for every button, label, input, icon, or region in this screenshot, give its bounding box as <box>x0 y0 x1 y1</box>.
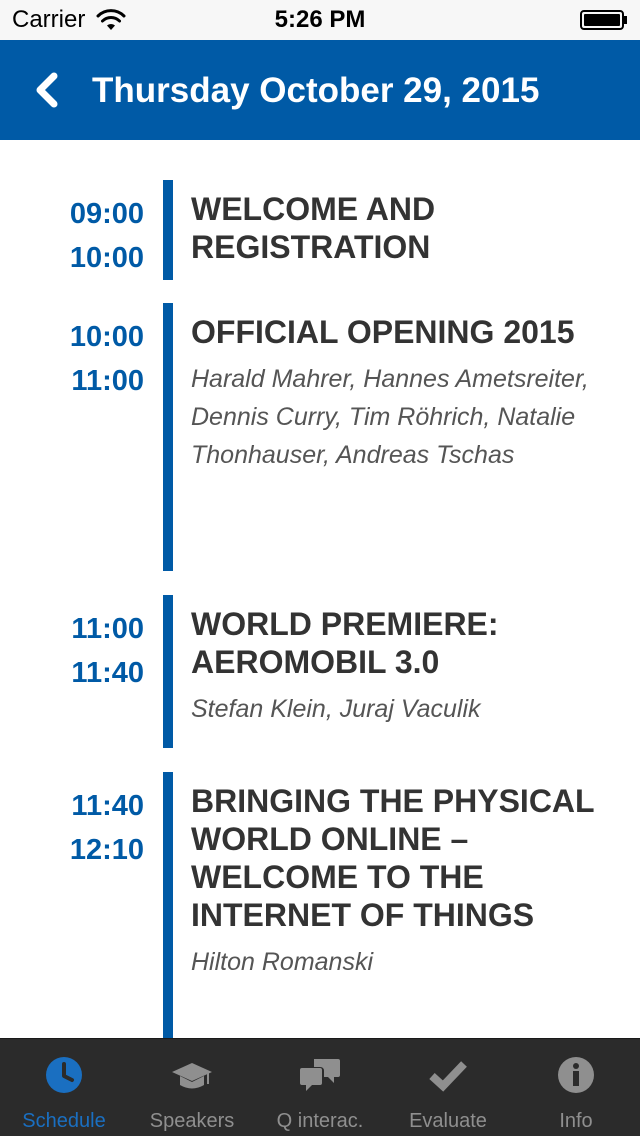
chevron-left-icon[interactable] <box>28 70 68 110</box>
session-times: 10:00 11:00 <box>20 315 144 403</box>
status-bar: Carrier 5:26 PM <box>0 0 640 40</box>
session-times: 11:00 11:40 <box>20 607 144 695</box>
checkmark-icon <box>429 1061 467 1092</box>
battery-icon <box>580 10 627 30</box>
tab-label: Evaluate <box>409 1110 487 1132</box>
graduation-cap-icon <box>172 1063 212 1089</box>
session-body: BRINGING THE PHYSICAL WORLD ONLINE – WEL… <box>191 782 611 981</box>
session-end-time: 11:40 <box>71 657 144 689</box>
session-item[interactable]: 10:00 11:00 OFFICIAL OPENING 2015 Harald… <box>0 303 640 571</box>
session-times: 09:00 10:00 <box>20 192 144 280</box>
clock-icon <box>46 1057 82 1093</box>
session-body: WORLD PREMIERE: AEROMOBIL 3.0 Stefan Kle… <box>191 605 611 728</box>
tab-evaluate[interactable]: Evaluate <box>384 1039 512 1137</box>
chat-bubbles-icon <box>300 1059 340 1091</box>
session-item[interactable]: 09:00 10:00 WELCOME AND REGISTRATION <box>0 180 640 280</box>
session-speakers: Hilton Romanski <box>191 948 374 976</box>
session-end-time: 10:00 <box>69 242 144 274</box>
session-accent-bar <box>163 180 173 280</box>
info-icon <box>558 1057 594 1093</box>
session-start-time: 11:40 <box>71 790 144 822</box>
session-title: OFFICIAL OPENING 2015 <box>191 314 575 350</box>
session-body: WELCOME AND REGISTRATION <box>191 190 611 266</box>
status-time: 5:26 PM <box>274 6 366 33</box>
session-start-time: 11:00 <box>71 613 144 645</box>
session-start-time: 09:00 <box>69 198 144 230</box>
session-accent-bar <box>163 595 173 748</box>
tab-label: Q interac. <box>276 1110 364 1132</box>
tab-label: Info <box>559 1110 593 1132</box>
tab-q-interac[interactable]: Q interac. <box>256 1039 384 1137</box>
session-title: BRINGING THE PHYSICAL WORLD ONLINE – WEL… <box>191 783 594 933</box>
tab-schedule[interactable]: Schedule <box>0 1039 128 1137</box>
schedule-list[interactable]: 09:00 10:00 WELCOME AND REGISTRATION 10:… <box>0 140 640 1038</box>
tab-speakers[interactable]: Speakers <box>128 1039 256 1137</box>
session-item[interactable]: 11:00 11:40 WORLD PREMIERE: AEROMOBIL 3.… <box>0 595 640 748</box>
page-title: Thursday October 29, 2015 <box>92 71 540 110</box>
session-title: WELCOME AND REGISTRATION <box>191 191 436 265</box>
session-accent-bar <box>163 772 173 1038</box>
session-body: OFFICIAL OPENING 2015 Harald Mahrer, Han… <box>191 313 611 474</box>
session-start-time: 10:00 <box>69 321 144 353</box>
session-accent-bar <box>163 303 173 571</box>
nav-bar: Thursday October 29, 2015 <box>0 40 640 140</box>
session-end-time: 12:10 <box>69 834 144 866</box>
session-speakers: Stefan Klein, Juraj Vaculik <box>191 695 481 723</box>
session-item[interactable]: 11:40 12:10 BRINGING THE PHYSICAL WORLD … <box>0 772 640 1038</box>
tab-info[interactable]: Info <box>512 1039 640 1137</box>
tab-label: Schedule <box>22 1110 106 1132</box>
tab-bar: Schedule Speakers Q interac. Evaluate In… <box>0 1038 640 1136</box>
tab-label: Speakers <box>149 1110 235 1132</box>
session-speakers: Harald Mahrer, Hannes Ametsreiter, Denni… <box>191 365 589 469</box>
session-title: WORLD PREMIERE: AEROMOBIL 3.0 <box>191 606 499 680</box>
session-end-time: 11:00 <box>71 365 144 397</box>
session-times: 11:40 12:10 <box>20 784 144 872</box>
